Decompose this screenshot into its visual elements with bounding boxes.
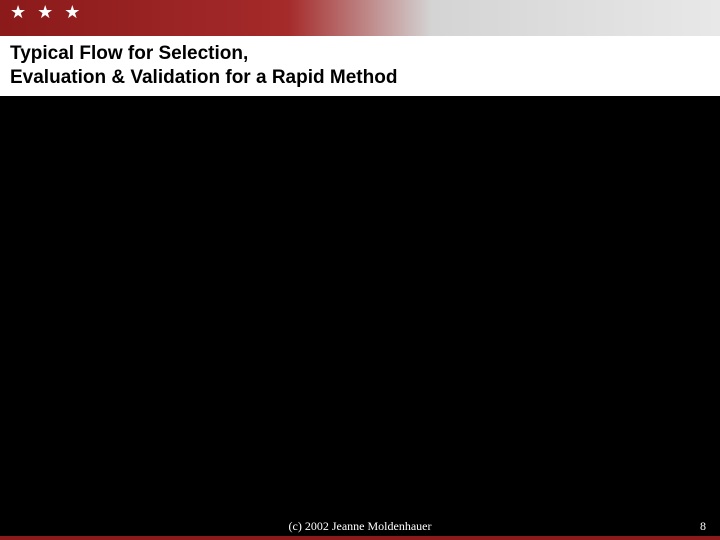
header-banner: ★ ★ ★ (0, 0, 720, 36)
arrow-icon (296, 298, 303, 306)
node-evaluate-alternate: Evaluate other alternate methods, reject… (418, 178, 638, 208)
arrow-icon (440, 298, 447, 306)
arrow-icon (76, 248, 84, 255)
page-title: Typical Flow for Selection, Evaluation &… (0, 36, 720, 96)
node-testing-results: Does testing yield acceptable results (446, 266, 538, 336)
connector (80, 178, 81, 254)
node-compendial-question: Is current compendial or industry standa… (62, 131, 258, 177)
arrow-icon (486, 206, 494, 213)
arrow-icon (626, 382, 634, 389)
flowchart: Is current compendial or industry standa… (0, 96, 720, 426)
footer: (c) 2002 Jeanne Moldenhauer 8 (0, 519, 720, 534)
arrow-icon (576, 298, 583, 306)
node-feasibility-testing: Perform sufficient feasibility proof of … (302, 262, 408, 344)
node-validation-protocol: Plan and execute validation protocol. We… (582, 256, 682, 346)
arrow-icon (360, 138, 367, 146)
footer-stripe (0, 536, 720, 540)
copyright-text: (c) 2002 Jeanne Moldenhauer (0, 519, 720, 534)
arrow-icon (160, 298, 167, 306)
connector (688, 208, 689, 256)
label-no-3: No (498, 229, 513, 241)
connector (468, 398, 534, 399)
connector (218, 208, 219, 254)
connector (490, 208, 491, 266)
connector (638, 208, 688, 209)
arrow-icon (462, 394, 469, 402)
title-line-1: Typical Flow for Selection, (10, 43, 248, 64)
node-submit-regulatory: Submit regulatory supplement if required (534, 388, 694, 418)
page-number: 8 (700, 519, 706, 534)
node-continue-existing: Continue using existing method (368, 131, 548, 153)
label-yes-1: Yes (280, 122, 299, 134)
node-look-alternate: Look at alternate methods and see if the… (166, 254, 272, 354)
node-implement-test: Implement test (after approval) (288, 388, 468, 410)
label-no-1: No (38, 211, 53, 223)
node-determine-requirements: Determine what test requirements and spe… (30, 254, 136, 354)
flag-stars-icon: ★ ★ ★ (10, 2, 83, 23)
title-line-2: Evaluation & Validation for a Rapid Meth… (10, 67, 397, 88)
